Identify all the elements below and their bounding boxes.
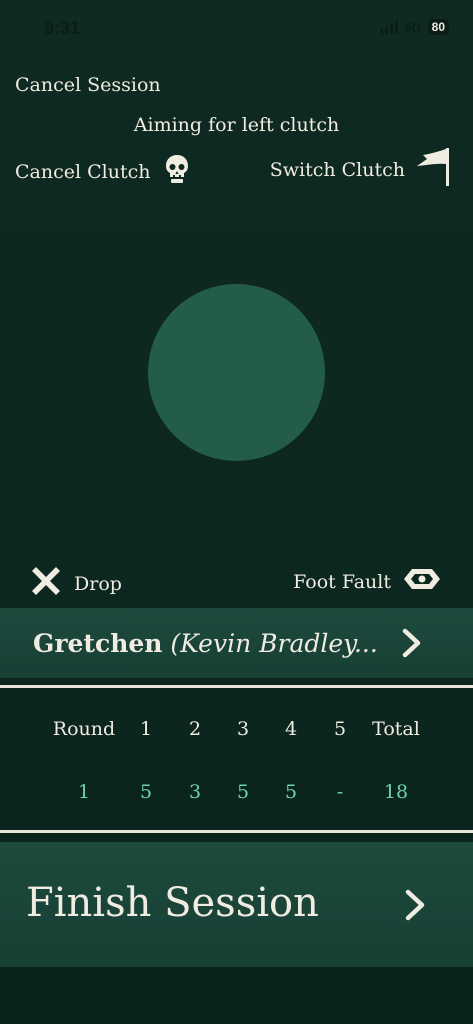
network-label: 5G: [404, 19, 422, 35]
flag-icon: [415, 146, 453, 193]
drop-label: Drop: [74, 572, 122, 595]
header-round-4: 4: [284, 718, 298, 740]
battery-level: 80: [431, 20, 445, 34]
chevron-right-icon: [401, 627, 423, 663]
finish-session-button[interactable]: Finish Session: [0, 842, 473, 967]
foot-fault-button[interactable]: Foot Fault: [293, 567, 441, 596]
header-round-2: 2: [188, 718, 202, 740]
x-icon: [28, 563, 64, 604]
divider-bottom: [0, 830, 473, 833]
value-round-3: 5: [236, 781, 250, 803]
value-round-4: 5: [284, 781, 298, 803]
value-round-5: -: [336, 781, 344, 803]
chevron-right-icon: [403, 888, 427, 926]
player-name: Gretchen: [33, 629, 163, 658]
cancel-clutch-button[interactable]: Cancel Clutch: [15, 154, 190, 189]
finish-session-label: Finish Session: [26, 880, 319, 926]
header-round: Round: [52, 718, 116, 740]
status-indicators: 5G 80: [380, 19, 449, 35]
player-name-text: Gretchen (Kevin Bradley...: [33, 629, 378, 658]
player-selector[interactable]: Gretchen (Kevin Bradley...: [0, 608, 473, 678]
target-circle[interactable]: [148, 284, 325, 461]
header-total: Total: [372, 718, 420, 740]
score-header-row: Round 1 2 3 4 5 Total: [0, 700, 473, 760]
header-round-5: 5: [333, 718, 347, 740]
score-value-row: 1 5 3 5 5 - 18: [0, 763, 473, 823]
header-round-3: 3: [236, 718, 250, 740]
header-round-1: 1: [139, 718, 153, 740]
eye-icon: [403, 567, 441, 596]
signal-icon: [380, 20, 399, 34]
cancel-session-button[interactable]: Cancel Session: [15, 74, 161, 96]
value-total: 18: [383, 781, 409, 803]
value-round: 1: [77, 781, 91, 803]
skull-icon: [164, 154, 190, 189]
battery-icon: 80: [427, 19, 449, 35]
drop-button[interactable]: Drop: [28, 563, 122, 604]
status-bar: 9:31 5G 80: [0, 0, 473, 58]
switch-clutch-label: Switch Clutch: [269, 158, 405, 181]
aim-status-text: Aiming for left clutch: [133, 114, 340, 136]
score-table: Round 1 2 3 4 5 Total 1 5 3 5 5 - 18: [0, 700, 473, 823]
value-round-1: 5: [139, 781, 153, 803]
divider-top: [0, 685, 473, 688]
foot-fault-label: Foot Fault: [293, 570, 391, 593]
switch-clutch-button[interactable]: Switch Clutch: [270, 146, 453, 193]
status-time: 9:31: [44, 18, 81, 38]
player-partner: (Kevin Bradley...: [170, 629, 378, 658]
cancel-clutch-label: Cancel Clutch: [15, 160, 151, 183]
value-round-2: 3: [188, 781, 202, 803]
